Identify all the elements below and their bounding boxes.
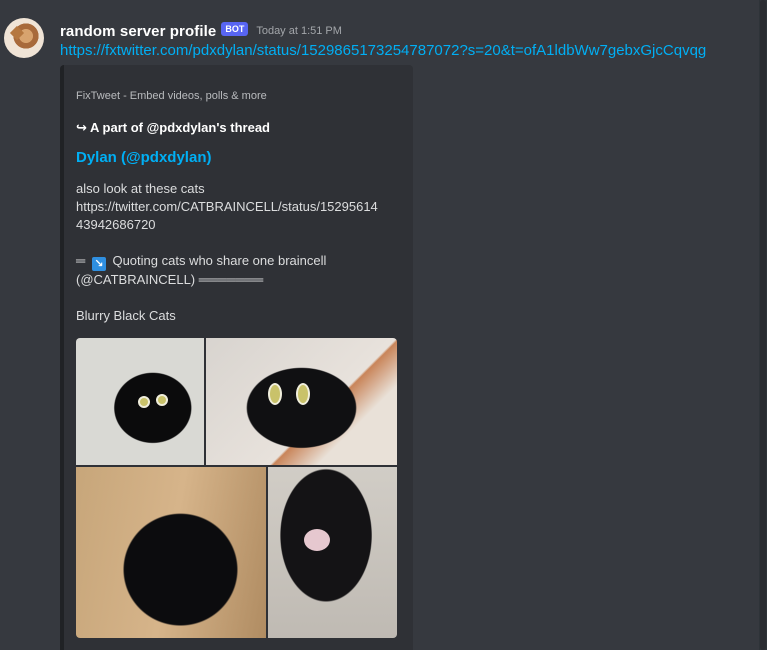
embed-title[interactable]: Dylan (@pdxdylan) bbox=[76, 149, 211, 166]
embed: FixTweet - Embed videos, polls & more ↪ … bbox=[60, 65, 413, 650]
desc-url-line[interactable]: https://twitter.com/CATBRAINCELL/status/… bbox=[76, 198, 401, 216]
username[interactable]: random server profile bbox=[60, 23, 216, 40]
scrollbar[interactable] bbox=[759, 0, 767, 650]
quote-prefix: ═ bbox=[76, 253, 86, 268]
cat-eye bbox=[296, 383, 310, 405]
message-header: random server profile BOT Today at 1:51 … bbox=[60, 20, 342, 42]
image-gallery bbox=[76, 338, 397, 638]
cat-paw bbox=[304, 529, 330, 551]
black-cat-photo-4[interactable] bbox=[268, 467, 397, 638]
quote-text: Quoting cats who share one braincell bbox=[112, 253, 327, 268]
desc-line: also look at these cats bbox=[76, 181, 205, 196]
quote-line: ═ ↘ Quoting cats who share one braincell bbox=[76, 252, 401, 271]
embed-provider[interactable]: FixTweet - Embed videos, polls & more bbox=[76, 90, 267, 102]
cat-eye bbox=[268, 383, 282, 405]
desc-line: Blurry Black Cats bbox=[76, 308, 176, 323]
message-link[interactable]: https://fxtwitter.com/pdxdylan/status/15… bbox=[60, 42, 706, 59]
cat-eye bbox=[156, 394, 168, 406]
chat-area: random server profile BOT Today at 1:51 … bbox=[0, 0, 767, 650]
cat-eye bbox=[138, 396, 150, 408]
scrollbar-thumb[interactable] bbox=[760, 0, 766, 650]
embed-description: also look at these cats https://twitter.… bbox=[76, 180, 401, 325]
avatar[interactable] bbox=[4, 18, 44, 58]
black-cat-photo-3[interactable] bbox=[76, 467, 266, 638]
black-cat-photo-2[interactable] bbox=[206, 338, 397, 465]
timestamp[interactable]: Today at 1:51 PM bbox=[256, 25, 342, 37]
embed-author: ↪ A part of @pdxdylan's thread bbox=[76, 120, 270, 135]
bot-tag: BOT bbox=[221, 22, 249, 36]
desc-url-line[interactable]: 43942686720 bbox=[76, 216, 401, 234]
arrow-down-right-icon: ↘ bbox=[91, 257, 106, 271]
avatar-cat-ear bbox=[9, 25, 25, 41]
black-cat-photo-1[interactable] bbox=[76, 338, 204, 465]
quote-handle-line: (@CATBRAINCELL) ═══════ bbox=[76, 272, 264, 287]
